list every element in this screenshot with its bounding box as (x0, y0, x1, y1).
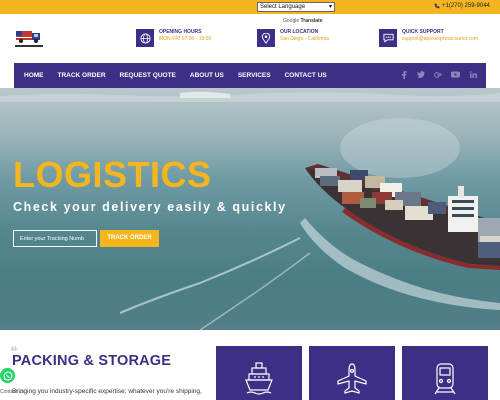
location-title: OUR LOCATION (280, 29, 319, 35)
map-pin-icon (257, 29, 275, 47)
twitter-icon[interactable] (417, 71, 425, 78)
whatsapp-icon (3, 371, 12, 380)
linkedin-icon[interactable] (470, 71, 477, 78)
service-card-rail[interactable] (402, 346, 488, 400)
hero-banner: LOGISTICS Check your delivery easily & q… (0, 88, 500, 330)
whatsapp-button[interactable] (0, 368, 15, 383)
service-card-air[interactable] (309, 346, 395, 400)
section-body: Bringing you industry-specific expertise… (12, 388, 202, 395)
phone-icon (434, 3, 440, 9)
top-bar (0, 0, 500, 14)
hours-value: MON-FRI 07:00 - 19:00 (159, 36, 212, 42)
nav-about-us[interactable]: ABOUT US (190, 72, 224, 79)
google-plus-icon[interactable] (434, 71, 442, 79)
train-icon (434, 363, 456, 395)
company-logo[interactable] (12, 26, 46, 50)
hours-title: OPENING HOURS (159, 29, 202, 35)
ship-icon (245, 362, 273, 395)
opening-hours: OPENING HOURS MON-FRI 07:00 - 19:00 (136, 29, 211, 47)
youtube-icon[interactable] (451, 71, 460, 78)
hero-title: LOGISTICS (13, 154, 212, 195)
main-nav: HOME TRACK ORDER REQUEST QUOTE ABOUT US … (14, 63, 486, 88)
section-title: PACKING & STORAGE (12, 353, 172, 369)
translate-label: Translate (300, 18, 323, 24)
nav-request-quote[interactable]: REQUEST QUOTE (120, 72, 176, 79)
globe-icon (136, 29, 154, 47)
nav-services[interactable]: SERVICES (238, 72, 271, 79)
language-select[interactable]: Select Language ▾ (257, 2, 335, 12)
facebook-icon[interactable] (401, 71, 407, 79)
tracking-number-input[interactable] (13, 230, 97, 247)
phone-text: +1(270) 259-9044 (442, 3, 490, 9)
track-order-button[interactable]: TRACK ORDER (100, 230, 159, 247)
translate-prefix: Google (283, 18, 300, 24)
airplane-icon (337, 363, 367, 394)
service-card-sea[interactable] (216, 346, 302, 400)
support-title: QUICK SUPPORT (402, 29, 444, 35)
language-select-value: Select Language (260, 4, 306, 10)
nav-track-order[interactable]: TRACK ORDER (58, 72, 106, 79)
google-translate[interactable]: Google Translate (283, 18, 322, 24)
nav-home[interactable]: HOME (24, 72, 44, 79)
hero-subtitle: Check your delivery easily & quickly (13, 200, 287, 214)
support-email[interactable]: support@apexexpresscourier.com (402, 36, 478, 43)
our-location: OUR LOCATION San Diego - California (257, 29, 329, 47)
phone-number[interactable]: +1(270) 259-9044 (434, 3, 490, 9)
chevron-down-icon: ▾ (328, 4, 332, 10)
whatsapp-label: Contact us (0, 389, 24, 395)
quick-support: QUICK SUPPORT support@apexexpresscourier… (379, 29, 478, 47)
nav-contact-us[interactable]: CONTACT US (285, 72, 327, 79)
chat-icon (379, 29, 397, 47)
location-value: San Diego - California (280, 36, 329, 42)
